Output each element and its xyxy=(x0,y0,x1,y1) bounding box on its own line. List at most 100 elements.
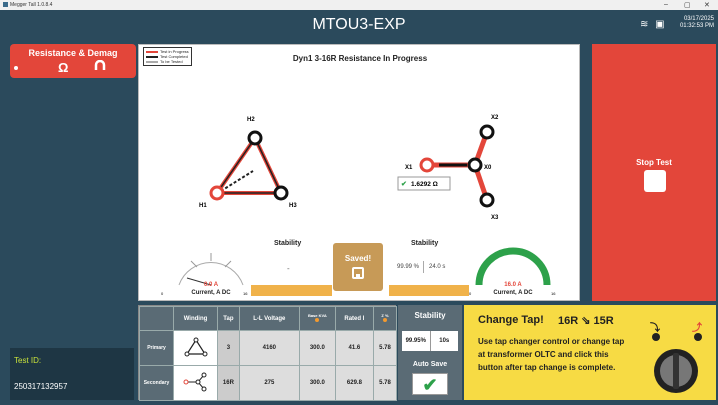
table-row[interactable]: Secondary 16R 275 300.0 629.8 5.78 xyxy=(139,365,398,401)
date: 03/17/2025 xyxy=(683,16,714,22)
label-x2: X2 xyxy=(491,115,499,121)
stability-right-percent: 99.99 % xyxy=(397,264,420,270)
stability-panel: Stability 99.95% 10s Auto Save ✔ xyxy=(398,305,462,400)
datetime: 03/17/2025 01:32:53 PM xyxy=(680,16,714,30)
table-row[interactable]: Primary 3 4160 300.0 41.6 5.78 xyxy=(139,330,398,366)
gauge-right-arc xyxy=(475,247,551,286)
table-corner xyxy=(139,306,174,331)
secondary-rated[interactable]: 629.8 xyxy=(334,365,374,401)
gauge-right-value: 16.0 A xyxy=(504,282,522,288)
test-id-panel: Test ID: 250317132957 xyxy=(10,348,134,400)
stability-title: Stability xyxy=(414,311,446,320)
stability-seconds[interactable]: 10s xyxy=(429,331,459,351)
window-titlebar: Megger Tall 1.0.8.4 – ▢ ✕ xyxy=(0,0,718,10)
tap-lower-indicator xyxy=(652,333,660,341)
ohm-icon: Ω xyxy=(58,60,69,75)
secondary-voltage[interactable]: 275 xyxy=(238,365,300,401)
time: 01:32:53 PM xyxy=(679,23,714,29)
mode-label: Resistance & Demag xyxy=(28,48,118,58)
label-h1: H1 xyxy=(199,203,207,209)
save-disk-icon xyxy=(352,267,364,279)
close-button[interactable]: ✕ xyxy=(704,1,710,9)
node-x3 xyxy=(479,192,495,208)
delta-winding-icon xyxy=(173,330,218,366)
change-tap-message: Use tap changer control or change tap at… xyxy=(478,337,625,372)
secondary-z[interactable]: 5.78 xyxy=(372,365,398,401)
stability-right-bar xyxy=(389,285,469,296)
stability-left-value: - xyxy=(287,264,290,273)
header-voltage: L-L Voltage xyxy=(238,306,300,331)
header-z: Z % xyxy=(372,306,398,331)
stability-separator xyxy=(423,261,424,273)
monitor-icon[interactable]: ▣ xyxy=(655,19,664,30)
stability-right-seconds: 24.0 s xyxy=(429,264,446,270)
delta-outline xyxy=(215,136,283,194)
header-rated: Rated I xyxy=(334,306,374,331)
primary-kva[interactable]: 300.0 xyxy=(298,330,336,366)
header-winding: Winding xyxy=(173,306,218,331)
stop-test-button[interactable]: Stop Test xyxy=(592,44,716,301)
node-h3 xyxy=(273,185,289,201)
gauge-left-min: 0 xyxy=(161,291,164,296)
tap-raise-indicator xyxy=(694,333,702,341)
node-h2 xyxy=(247,130,263,146)
orange-dot-icon xyxy=(382,318,387,322)
secondary-tap[interactable]: 16R xyxy=(217,365,240,401)
gauge-left-value: 0.0 A xyxy=(203,282,219,288)
test-id-value: 250317132957 xyxy=(14,382,68,391)
label-h3: H3 xyxy=(289,203,297,209)
header-kva: Base KVA xyxy=(298,306,336,331)
node-x1 xyxy=(419,157,435,173)
wifi-icon: ≋ xyxy=(640,19,649,30)
gauge-right-min: 0 xyxy=(469,291,472,296)
row-primary: Primary xyxy=(139,330,174,366)
label-x1: X1 xyxy=(405,165,413,171)
measurement-value: 1.6292 Ω xyxy=(411,181,438,188)
orange-dot-icon xyxy=(315,318,320,322)
stop-square-icon xyxy=(644,170,666,192)
tap-changer-knob-icon xyxy=(654,349,698,393)
stability-left-label: Stability xyxy=(274,240,302,247)
transformer-table: Winding Tap L-L Voltage Base KVA Rated I… xyxy=(138,305,398,401)
app-icon xyxy=(3,2,8,7)
primary-z[interactable]: 5.78 xyxy=(372,330,398,366)
measurement-check-icon: ✔ xyxy=(401,181,407,188)
tap-lower-icon: ⤵ xyxy=(650,323,660,334)
gauge-right-max: 16 xyxy=(551,291,556,296)
primary-rated[interactable]: 41.6 xyxy=(334,330,374,366)
app-header: MTOU3-EXP ≋ ▣ 03/17/2025 01:32:53 PM xyxy=(0,10,718,40)
saved-label: Saved! xyxy=(344,254,372,263)
minimize-button[interactable]: – xyxy=(664,1,668,8)
stop-test-label: Stop Test xyxy=(636,158,672,167)
gauge-left-max: 16 xyxy=(243,291,248,296)
primary-tap[interactable]: 3 xyxy=(217,330,240,366)
stability-right-label: Stability xyxy=(411,240,439,247)
active-dot xyxy=(14,66,18,70)
gauge-left-label: Current, A DC xyxy=(191,290,231,296)
node-x2 xyxy=(479,124,495,140)
node-h1 xyxy=(209,185,225,201)
header-icons: ≋ ▣ xyxy=(640,19,665,30)
label-x3: X3 xyxy=(491,215,499,221)
gauge-right-label: Current, A DC xyxy=(493,290,533,296)
tap-raise-icon: ⤴ xyxy=(692,323,702,334)
auto-save-toggle[interactable]: ✔ xyxy=(412,373,448,395)
primary-voltage[interactable]: 4160 xyxy=(238,330,300,366)
stability-values: 99.95% 10s xyxy=(402,331,458,351)
label-h2: H2 xyxy=(247,117,255,123)
header-tap: Tap xyxy=(217,306,240,331)
resistance-demag-button[interactable]: Resistance & Demag Ω xyxy=(10,44,136,78)
auto-save-label: Auto Save xyxy=(412,361,448,368)
stability-percent: 99.95% xyxy=(405,338,426,344)
saved-button[interactable]: Saved! xyxy=(333,243,383,291)
node-x0 xyxy=(467,157,483,173)
wye-winding-icon xyxy=(173,365,218,401)
change-tap-button[interactable]: Change Tap! 16R ⇘ 15R Use tap changer co… xyxy=(464,305,716,400)
main-panel: Test in Progress Test Completed To be Te… xyxy=(138,44,580,301)
row-secondary: Secondary xyxy=(139,365,174,401)
app-title: MTOU3-EXP xyxy=(312,16,406,33)
maximize-button[interactable]: ▢ xyxy=(684,1,691,9)
change-tap-taps: 16R ⇘ 15R xyxy=(558,315,614,327)
secondary-kva[interactable]: 300.0 xyxy=(298,365,336,401)
window-title: Megger Tall 1.0.8.4 xyxy=(10,2,53,8)
